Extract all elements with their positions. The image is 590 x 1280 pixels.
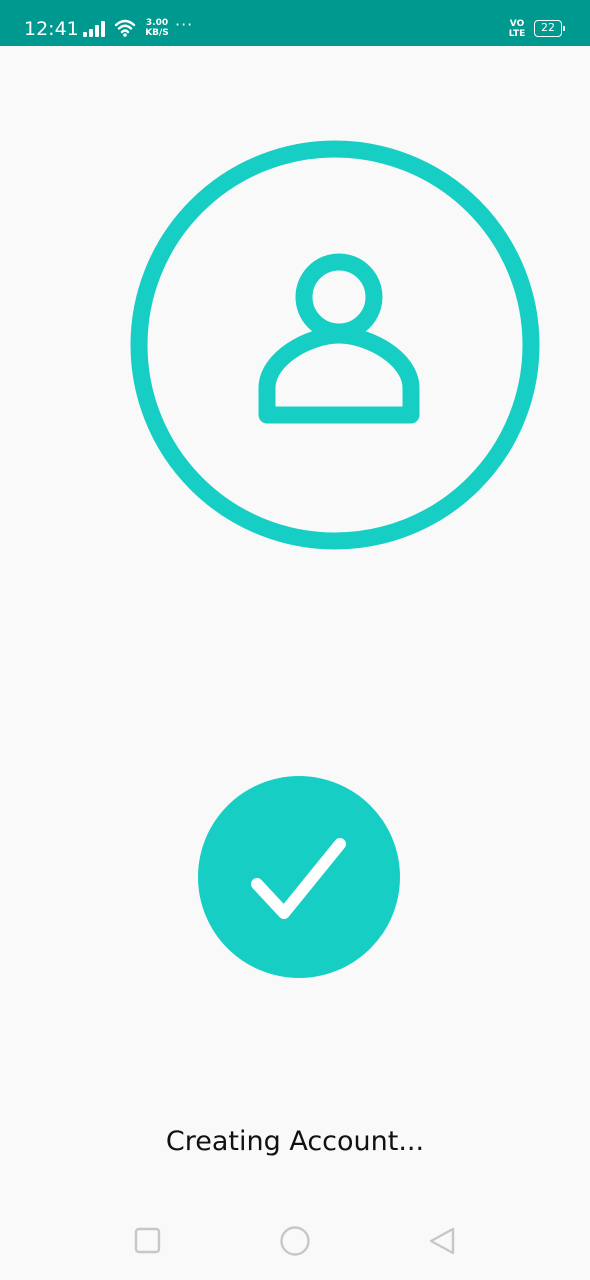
home-button[interactable]	[278, 1224, 312, 1258]
volte-top: VO	[509, 19, 525, 29]
more-notifications-icon: ···	[175, 15, 194, 34]
screen: 12:41 3.00 KB/S ··· VO LTE 22 Creating A…	[0, 0, 590, 1280]
wifi-icon	[114, 19, 136, 37]
signal-icon	[83, 21, 105, 37]
network-speed: 3.00 KB/S	[142, 18, 172, 38]
avatar-ring	[130, 140, 540, 550]
status-bar: 12:41 3.00 KB/S ··· VO LTE 22	[0, 0, 590, 46]
network-speed-unit: KB/S	[145, 28, 169, 38]
network-speed-value: 3.00	[145, 18, 169, 28]
volte-bottom: LTE	[508, 29, 526, 39]
back-button[interactable]	[426, 1224, 460, 1258]
battery-icon: 22	[534, 20, 565, 37]
user-icon	[258, 253, 420, 424]
square-icon	[134, 1227, 161, 1254]
success-badge	[198, 776, 400, 978]
status-message: Creating Account...	[165, 1126, 425, 1157]
recents-button[interactable]	[130, 1224, 164, 1258]
circle-icon	[280, 1226, 310, 1256]
battery-level: 22	[541, 21, 555, 34]
status-time: 12:41	[24, 18, 79, 40]
volte-icon: VO LTE	[505, 19, 529, 39]
triangle-back-icon	[429, 1227, 455, 1255]
